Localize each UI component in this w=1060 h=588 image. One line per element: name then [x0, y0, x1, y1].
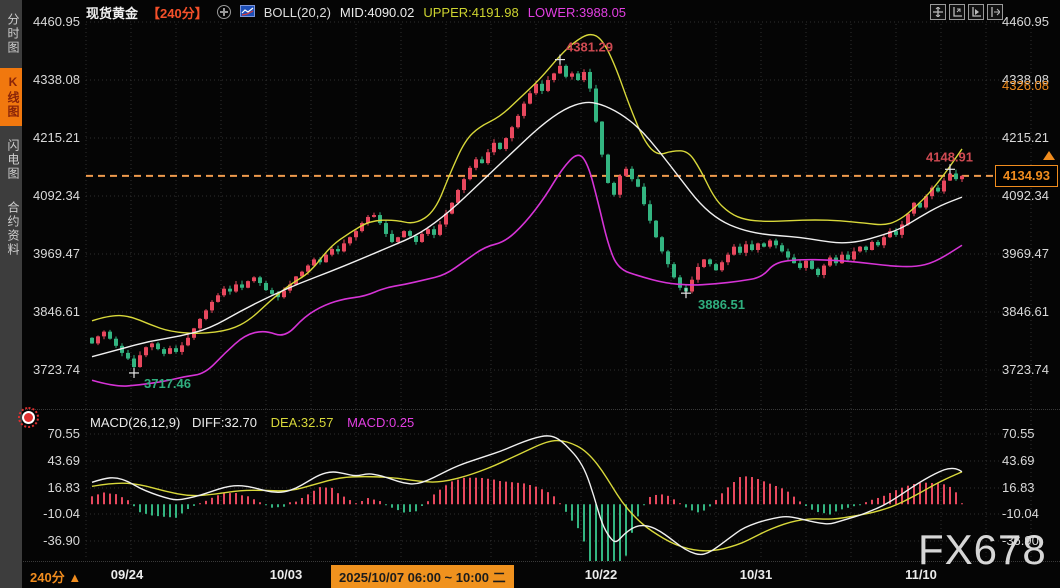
toolbar — [930, 4, 1003, 20]
autoscroll-icon[interactable] — [968, 4, 984, 20]
svg-text:3717.46: 3717.46 — [144, 376, 191, 391]
boll-lower-value: LOWER:3988.05 — [528, 5, 626, 20]
price-tick-right: 4460.95 — [1002, 14, 1060, 29]
sidebar-tab-timeline[interactable]: 分时图 — [0, 6, 22, 62]
add-indicator-icon[interactable] — [217, 5, 231, 19]
macd-tick-right: -10.04 — [1002, 506, 1060, 521]
watermark: FX678 — [918, 526, 1047, 574]
pan-icon[interactable] — [930, 4, 946, 20]
macd-tick-right: 43.69 — [1002, 453, 1060, 468]
boll-upper-value: UPPER:4191.98 — [423, 5, 518, 20]
date-tick: 10/22 — [578, 567, 624, 582]
symbol-name: 现货黄金 — [86, 3, 138, 22]
price-tick-right: 4215.21 — [1002, 130, 1060, 145]
price-tick-right: 3969.47 — [1002, 246, 1060, 261]
macd-diff-value: DIFF:32.70 — [192, 415, 257, 430]
zoom-axis-icon[interactable] — [949, 4, 965, 20]
date-tick: 10/31 — [733, 567, 779, 582]
date-tick: 10/03 — [263, 567, 309, 582]
price-tick-right: 3846.61 — [1002, 304, 1060, 319]
candlestick-chart-canvas[interactable]: 3717.46 4381.29 3886.51 4148.91 — [0, 0, 1060, 588]
date-tick: 09/24 — [104, 567, 150, 582]
macd-header: MACD(26,12,9) DIFF:32.70 DEA:32.57 MACD:… — [90, 415, 414, 430]
alert-record-icon[interactable] — [24, 413, 33, 422]
macd-tick-right: 70.55 — [1002, 426, 1060, 441]
sidebar-tab-lightning[interactable]: 闪电图 — [0, 132, 22, 188]
interval-tag: 【240分】 — [147, 3, 208, 22]
time-axis-bar: 240分 ▲ 09/24 10/03 10/22 10/31 11/10 202… — [0, 561, 1060, 588]
sidebar: 分时图 K线图 闪电图 合约资料 — [0, 0, 22, 588]
price-alert-arrow-icon[interactable] — [1043, 151, 1055, 160]
chart-app: 分时图 K线图 闪电图 合约资料 现货黄金 【240分】 BOLL(20,2) … — [0, 0, 1060, 588]
svg-text:4148.91: 4148.91 — [926, 149, 973, 164]
sidebar-tab-contract-info[interactable]: 合约资料 — [0, 194, 22, 264]
svg-text:4381.29: 4381.29 — [566, 40, 613, 55]
current-price-box: 4134.93 — [995, 165, 1058, 187]
jump-latest-icon[interactable] — [987, 4, 1003, 20]
price-tick-right: 4092.34 — [1002, 188, 1060, 203]
boll-mid-value: MID:4090.02 — [340, 5, 414, 20]
extra-level-label: 4326.08 — [1002, 78, 1049, 93]
crosshair-date-label: 2025/10/07 06:00 ~ 10:00 二 — [331, 565, 514, 588]
macd-dea-value: DEA:32.57 — [271, 415, 334, 430]
macd-title: MACD(26,12,9) — [90, 415, 180, 430]
chart-header: 现货黄金 【240分】 BOLL(20,2) MID:4090.02 UPPER… — [86, 3, 626, 21]
macd-macd-value: MACD:0.25 — [347, 415, 414, 430]
price-tick-right: 3723.74 — [1002, 362, 1060, 377]
svg-text:3886.51: 3886.51 — [698, 297, 745, 312]
pane-separator — [22, 409, 1060, 410]
sidebar-tab-kline[interactable]: K线图 — [0, 68, 22, 126]
interval-selector[interactable]: 240分 ▲ — [30, 567, 81, 586]
indicator-name: BOLL(20,2) — [264, 5, 331, 20]
macd-tick-right: 16.83 — [1002, 480, 1060, 495]
mini-chart-icon[interactable] — [240, 5, 255, 20]
